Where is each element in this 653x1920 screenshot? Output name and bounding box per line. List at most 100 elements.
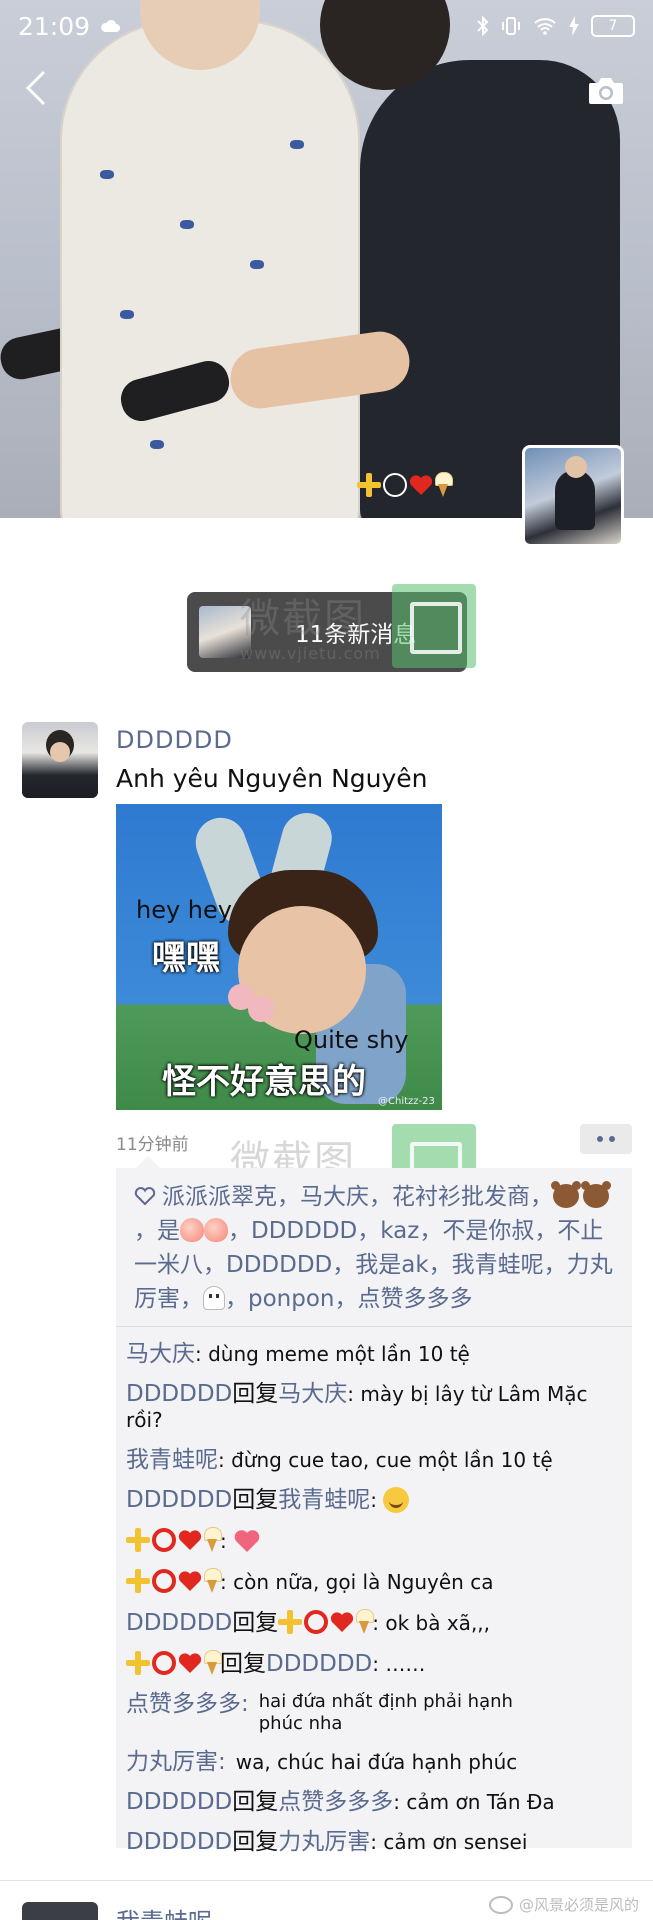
- status-time: 21:09: [18, 11, 91, 41]
- pink-heart-emoji: [234, 1530, 260, 1552]
- ring-emoji: [152, 1528, 176, 1552]
- icecream-emoji: [204, 1527, 222, 1553]
- comment-author[interactable]: DDDDDD: [126, 1610, 232, 1636]
- post-author-avatar[interactable]: [22, 722, 98, 798]
- comment-author[interactable]: DDDDDD: [126, 1487, 232, 1513]
- comment-author[interactable]: 我青蛙呢: [126, 1447, 218, 1473]
- reply-word: 回复: [232, 1789, 279, 1815]
- profile-name[interactable]: [357, 466, 453, 501]
- heart-emoji: [178, 1530, 202, 1550]
- comment-text: : cảm ơn Tán Đa: [393, 1790, 555, 1814]
- comment[interactable]: DDDDDD回复马大庆: mày bị lây từ Lâm Mặc rồi?: [126, 1381, 622, 1433]
- bear-emoji: [581, 1181, 609, 1208]
- ring-emoji: [152, 1569, 176, 1593]
- comment-reply-target-emojis[interactable]: [278, 1609, 375, 1635]
- comment-author[interactable]: 点赞多多多:: [126, 1691, 249, 1717]
- plus-emoji: [357, 473, 381, 497]
- camera-button[interactable]: [587, 76, 625, 106]
- likes-text-2[interactable]: ，是: [134, 1218, 180, 1244]
- icecream-emoji: [356, 1609, 375, 1635]
- more-icon: [597, 1136, 603, 1142]
- comment-reply-target[interactable]: 我青蛙呢: [278, 1487, 370, 1513]
- comment[interactable]: 我青蛙呢: đừng cue tao, cue một lần 10 tệ: [126, 1447, 622, 1473]
- comment-text: :: [220, 1529, 234, 1553]
- heart-emoji: [409, 475, 433, 495]
- battery-icon: 7: [591, 15, 635, 37]
- comment-reply-target[interactable]: DDDDDD: [266, 1651, 372, 1677]
- post-divider: [0, 1880, 653, 1881]
- icecream-emoji: [204, 1650, 222, 1676]
- comment-text: wa, chúc hai đứa hạnh phúc: [235, 1750, 518, 1774]
- back-button[interactable]: [24, 70, 64, 110]
- likes-and-comments: 派派派翠克，马大庆，花衬衫批发商，，是 ，DDDDDD，kaz，不是你叔，不止一米…: [116, 1156, 632, 1855]
- icecream-emoji: [435, 472, 453, 498]
- peach-emoji: [204, 1218, 228, 1242]
- more-button[interactable]: [580, 1124, 632, 1154]
- comment[interactable]: DDDDDD回复 : ok bà xã,,,: [126, 1609, 622, 1636]
- image-credit: @Chitzz-23: [378, 1096, 435, 1107]
- comment-reply-target[interactable]: 点赞多多多: [278, 1789, 393, 1815]
- image-caption-en-1: hey hey: [136, 896, 232, 924]
- image-caption-cn-1: 嘿嘿: [152, 938, 220, 978]
- heart-emoji: [178, 1653, 202, 1673]
- comment-author[interactable]: DDDDDD: [126, 1789, 232, 1815]
- comment-text: hai đứa nhất định phải hạnh phúc nha: [258, 1691, 513, 1734]
- ring-emoji: [383, 473, 407, 497]
- reply-word: 回复: [232, 1487, 279, 1513]
- profile-avatar[interactable]: [522, 445, 624, 547]
- cloud-icon: [101, 19, 121, 32]
- comment-text: :: [370, 1488, 384, 1512]
- reply-word: 回复: [232, 1829, 279, 1855]
- post-image[interactable]: hey hey 嘿嘿 Quite shy 怪不好意思的 @Chitzz-23: [116, 804, 442, 1110]
- status-bar: 21:09 7: [0, 0, 653, 52]
- vibrate-icon: [502, 17, 520, 35]
- reply-word: 回复: [220, 1651, 266, 1677]
- plus-emoji: [278, 1610, 303, 1634]
- likes-list: 派派派翠克，马大庆，花衬衫批发商，，是 ，DDDDDD，kaz，不是你叔，不止一米…: [116, 1168, 632, 1327]
- ring-emoji: [304, 1610, 329, 1634]
- comment-reply-target[interactable]: 马大庆: [278, 1381, 347, 1407]
- comment[interactable]: 点赞多多多: hai đứa nhất định phải hạnh phúc n…: [126, 1691, 622, 1735]
- comment[interactable]: DDDDDD回复我青蛙呢:: [126, 1487, 622, 1513]
- heart-emoji: [331, 1612, 354, 1632]
- bear-emoji: [551, 1181, 579, 1208]
- comment-text: : ……: [372, 1652, 426, 1676]
- comment-author-emojis[interactable]: [126, 1568, 222, 1594]
- comment[interactable]: 力丸厉害: wa, chúc hai đứa hạnh phúc: [126, 1749, 622, 1775]
- likes-text-1[interactable]: 派派派翠克，马大庆，花衬衫批发商，: [162, 1184, 553, 1210]
- comment[interactable]: DDDDDD回复点赞多多多: cảm ơn Tán Đa: [126, 1789, 622, 1815]
- comment-text: : đừng cue tao, cue một lần 10 tệ: [218, 1448, 553, 1472]
- comment-author-emojis[interactable]: [126, 1527, 222, 1553]
- post-author-name[interactable]: DDDDDD: [116, 726, 233, 754]
- comment-author[interactable]: DDDDDD: [126, 1381, 232, 1407]
- comment[interactable]: : còn nữa, gọi là Nguyên ca: [126, 1568, 622, 1595]
- wifi-icon: [534, 18, 556, 35]
- comment-author[interactable]: DDDDDD: [126, 1829, 232, 1855]
- comment-author[interactable]: 马大庆: [126, 1341, 195, 1367]
- comment[interactable]: 马大庆: dùng meme một lần 10 tệ: [126, 1341, 622, 1367]
- plus-emoji: [126, 1651, 150, 1675]
- cover-photo[interactable]: [0, 0, 653, 518]
- comment[interactable]: :: [126, 1527, 622, 1554]
- ghost-emoji: [203, 1286, 225, 1310]
- comment-text: : ok bà xã,,,: [372, 1611, 491, 1635]
- next-post-avatar[interactable]: [22, 1902, 98, 1920]
- plus-emoji: [126, 1528, 150, 1552]
- comment-reply-target[interactable]: 力丸厉害: [278, 1829, 370, 1855]
- ring-emoji: [152, 1651, 176, 1675]
- next-post-author[interactable]: 我青蛙呢: [116, 1902, 212, 1920]
- comment[interactable]: 回复DDDDDD: ……: [126, 1650, 622, 1677]
- peach-emoji: [180, 1218, 204, 1242]
- reply-word: 回复: [232, 1610, 279, 1636]
- comment-text: : cảm ơn sensei: [370, 1830, 528, 1854]
- camera-icon: [589, 78, 623, 104]
- watermark-logo: [392, 584, 476, 668]
- comment-author[interactable]: 力丸厉害:: [126, 1749, 226, 1775]
- weibo-watermark: @风景必须是风的: [488, 1894, 639, 1915]
- comment[interactable]: DDDDDD回复力丸厉害: cảm ơn sensei: [126, 1829, 622, 1855]
- charging-icon: [569, 16, 579, 36]
- post-time: 11分钟前: [116, 1135, 189, 1155]
- weibo-icon: [488, 1895, 513, 1914]
- likes-text-4[interactable]: ，ponpon，点赞多多多: [225, 1286, 473, 1312]
- comment-author-emojis[interactable]: [126, 1650, 222, 1676]
